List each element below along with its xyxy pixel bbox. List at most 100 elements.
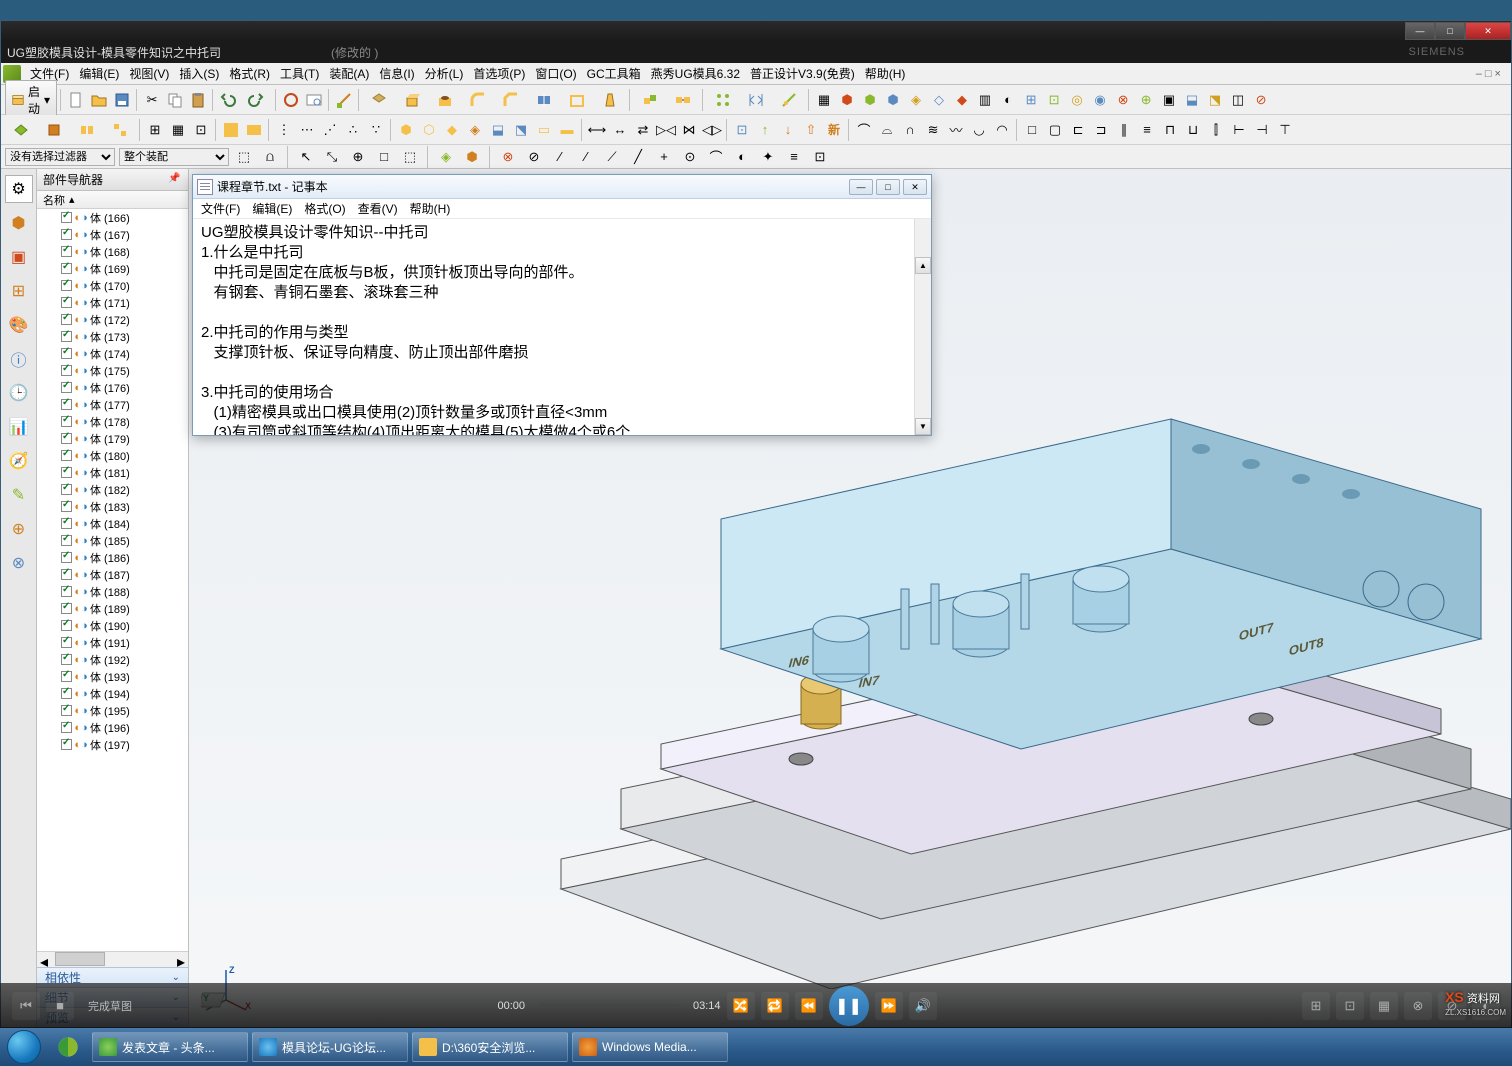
- tree-item[interactable]: ◐◑体 (166): [37, 209, 188, 226]
- tree-item[interactable]: ◐◑体 (189): [37, 600, 188, 617]
- scroll-down-button[interactable]: ▼: [915, 418, 931, 435]
- tool-s[interactable]: ◫: [1227, 89, 1249, 111]
- tree-item[interactable]: ◐◑体 (167): [37, 226, 188, 243]
- sf-12[interactable]: ∕: [549, 146, 571, 168]
- move-button[interactable]: [634, 89, 666, 111]
- checkbox-icon[interactable]: [61, 433, 72, 444]
- menu-format[interactable]: 格式(R): [224, 63, 275, 84]
- sf-13[interactable]: ⁄: [575, 146, 597, 168]
- sf-6[interactable]: □: [373, 146, 395, 168]
- tb2-arc1[interactable]: ⌒: [853, 119, 875, 141]
- menu-info[interactable]: 信息(I): [374, 63, 419, 84]
- tb2-l1[interactable]: ⟷: [586, 119, 608, 141]
- checkbox-icon[interactable]: [61, 314, 72, 325]
- tree-item[interactable]: ◐◑体 (186): [37, 549, 188, 566]
- np-menu-edit[interactable]: 编辑(E): [246, 199, 298, 218]
- menu-edit[interactable]: 编辑(E): [74, 63, 124, 84]
- tree-item[interactable]: ◐◑体 (191): [37, 634, 188, 651]
- start-button[interactable]: 启动 ▾: [5, 80, 57, 120]
- media-repeat-button[interactable]: 🔁: [761, 992, 789, 1020]
- checkbox-icon[interactable]: [61, 467, 72, 478]
- copy-button[interactable]: [164, 89, 186, 111]
- checkbox-icon[interactable]: [61, 280, 72, 291]
- tb2-c[interactable]: [71, 119, 103, 141]
- tb2-dot1[interactable]: ⋮: [273, 119, 295, 141]
- tool-q[interactable]: ⬓: [1181, 89, 1203, 111]
- notepad-textarea[interactable]: UG塑胶模具设计零件知识--中托司 1.什么是中托司 中托司是固定在底板与B板，…: [193, 219, 931, 435]
- sf-5[interactable]: ⊕: [347, 146, 369, 168]
- tb2-l6[interactable]: ◁▷: [701, 119, 723, 141]
- tool-t[interactable]: ⊘: [1250, 89, 1272, 111]
- checkbox-icon[interactable]: [61, 450, 72, 461]
- tree-item[interactable]: ◐◑体 (187): [37, 566, 188, 583]
- checkbox-icon[interactable]: [61, 331, 72, 342]
- tb2-cube1[interactable]: ⬢: [395, 119, 417, 141]
- tree-item[interactable]: ◐◑体 (182): [37, 481, 188, 498]
- tool-i[interactable]: ◐: [997, 89, 1019, 111]
- checkbox-icon[interactable]: [61, 399, 72, 410]
- checkbox-icon[interactable]: [61, 671, 72, 682]
- sf-17[interactable]: ⊙: [679, 146, 701, 168]
- tree-item[interactable]: ◐◑体 (197): [37, 736, 188, 753]
- menu-help[interactable]: 帮助(H): [860, 63, 911, 84]
- tree-item[interactable]: ◐◑体 (196): [37, 719, 188, 736]
- taskbar-item-3[interactable]: D:\360安全浏览...: [412, 1032, 568, 1062]
- tb2-l4[interactable]: ▷◁: [655, 119, 677, 141]
- tb2-m4[interactable]: ⇧: [800, 119, 822, 141]
- rtab-proc3[interactable]: ⊗: [5, 549, 33, 577]
- tb2-sq5[interactable]: ∥: [1113, 119, 1135, 141]
- taskbar-item-2[interactable]: 模具论坛-UG论坛...: [252, 1032, 408, 1062]
- checkbox-icon[interactable]: [61, 518, 72, 529]
- tb2-sq1[interactable]: □: [1021, 119, 1043, 141]
- rtab-constraint[interactable]: ▣: [5, 243, 33, 271]
- tb2-arc4[interactable]: ≋: [922, 119, 944, 141]
- draft-button[interactable]: [594, 89, 626, 111]
- sf-22[interactable]: ⊡: [809, 146, 831, 168]
- tb2-grid3[interactable]: ⊡: [190, 119, 212, 141]
- datum-plane-button[interactable]: [363, 89, 395, 111]
- tb2-m1[interactable]: ⊡: [731, 119, 753, 141]
- media-next-button[interactable]: ⏩: [875, 992, 903, 1020]
- rtab-assembly[interactable]: ⬢: [5, 209, 33, 237]
- np-menu-format[interactable]: 格式(O): [298, 199, 351, 218]
- checkbox-icon[interactable]: [61, 654, 72, 665]
- tb2-arc6[interactable]: ◡: [968, 119, 990, 141]
- nav-column-header[interactable]: 名称 ▴: [37, 191, 188, 209]
- sf-15[interactable]: ╱: [627, 146, 649, 168]
- tool-k[interactable]: ⊡: [1043, 89, 1065, 111]
- tool-r[interactable]: ⬔: [1204, 89, 1226, 111]
- tree-item[interactable]: ◐◑体 (176): [37, 379, 188, 396]
- tb2-sq2[interactable]: ▢: [1044, 119, 1066, 141]
- sf-21[interactable]: ≡: [783, 146, 805, 168]
- tb2-l2[interactable]: ↔: [609, 119, 631, 141]
- tb2-m3[interactable]: ↓: [777, 119, 799, 141]
- tree-item[interactable]: ◐◑体 (179): [37, 430, 188, 447]
- checkbox-icon[interactable]: [61, 739, 72, 750]
- menu-gctoolbox[interactable]: GC工具箱: [582, 63, 646, 84]
- tb2-dot3[interactable]: ⋰: [319, 119, 341, 141]
- tree-item[interactable]: ◐◑体 (192): [37, 651, 188, 668]
- checkbox-icon[interactable]: [61, 688, 72, 699]
- hole-button[interactable]: [429, 89, 461, 111]
- tb2-arc3[interactable]: ∩: [899, 119, 921, 141]
- tb2-sq9[interactable]: ⫿: [1205, 119, 1227, 141]
- extrude-button[interactable]: [396, 89, 428, 111]
- rtab-system[interactable]: 📊: [5, 413, 33, 441]
- chamfer-button[interactable]: [495, 89, 527, 111]
- tb2-a[interactable]: [5, 119, 37, 141]
- menu-preferences[interactable]: 首选项(P): [468, 63, 530, 84]
- tool-p[interactable]: ▣: [1158, 89, 1180, 111]
- sf-20[interactable]: ✦: [757, 146, 779, 168]
- media-tool-c[interactable]: ▦: [1370, 992, 1398, 1020]
- rtab-hdview[interactable]: 🎨: [5, 311, 33, 339]
- pattern-button[interactable]: [707, 89, 739, 111]
- tool-c[interactable]: ⬢: [859, 89, 881, 111]
- checkbox-icon[interactable]: [61, 705, 72, 716]
- tb2-l5[interactable]: ⋈: [678, 119, 700, 141]
- tool-h[interactable]: ▥: [974, 89, 996, 111]
- tb2-grid1[interactable]: ⊞: [144, 119, 166, 141]
- sf-9[interactable]: ⬢: [461, 146, 483, 168]
- media-pause-button[interactable]: ❚❚: [829, 986, 869, 1026]
- nav-hscroll-thumb[interactable]: [55, 952, 105, 966]
- notepad-maximize-button[interactable]: □: [876, 179, 900, 195]
